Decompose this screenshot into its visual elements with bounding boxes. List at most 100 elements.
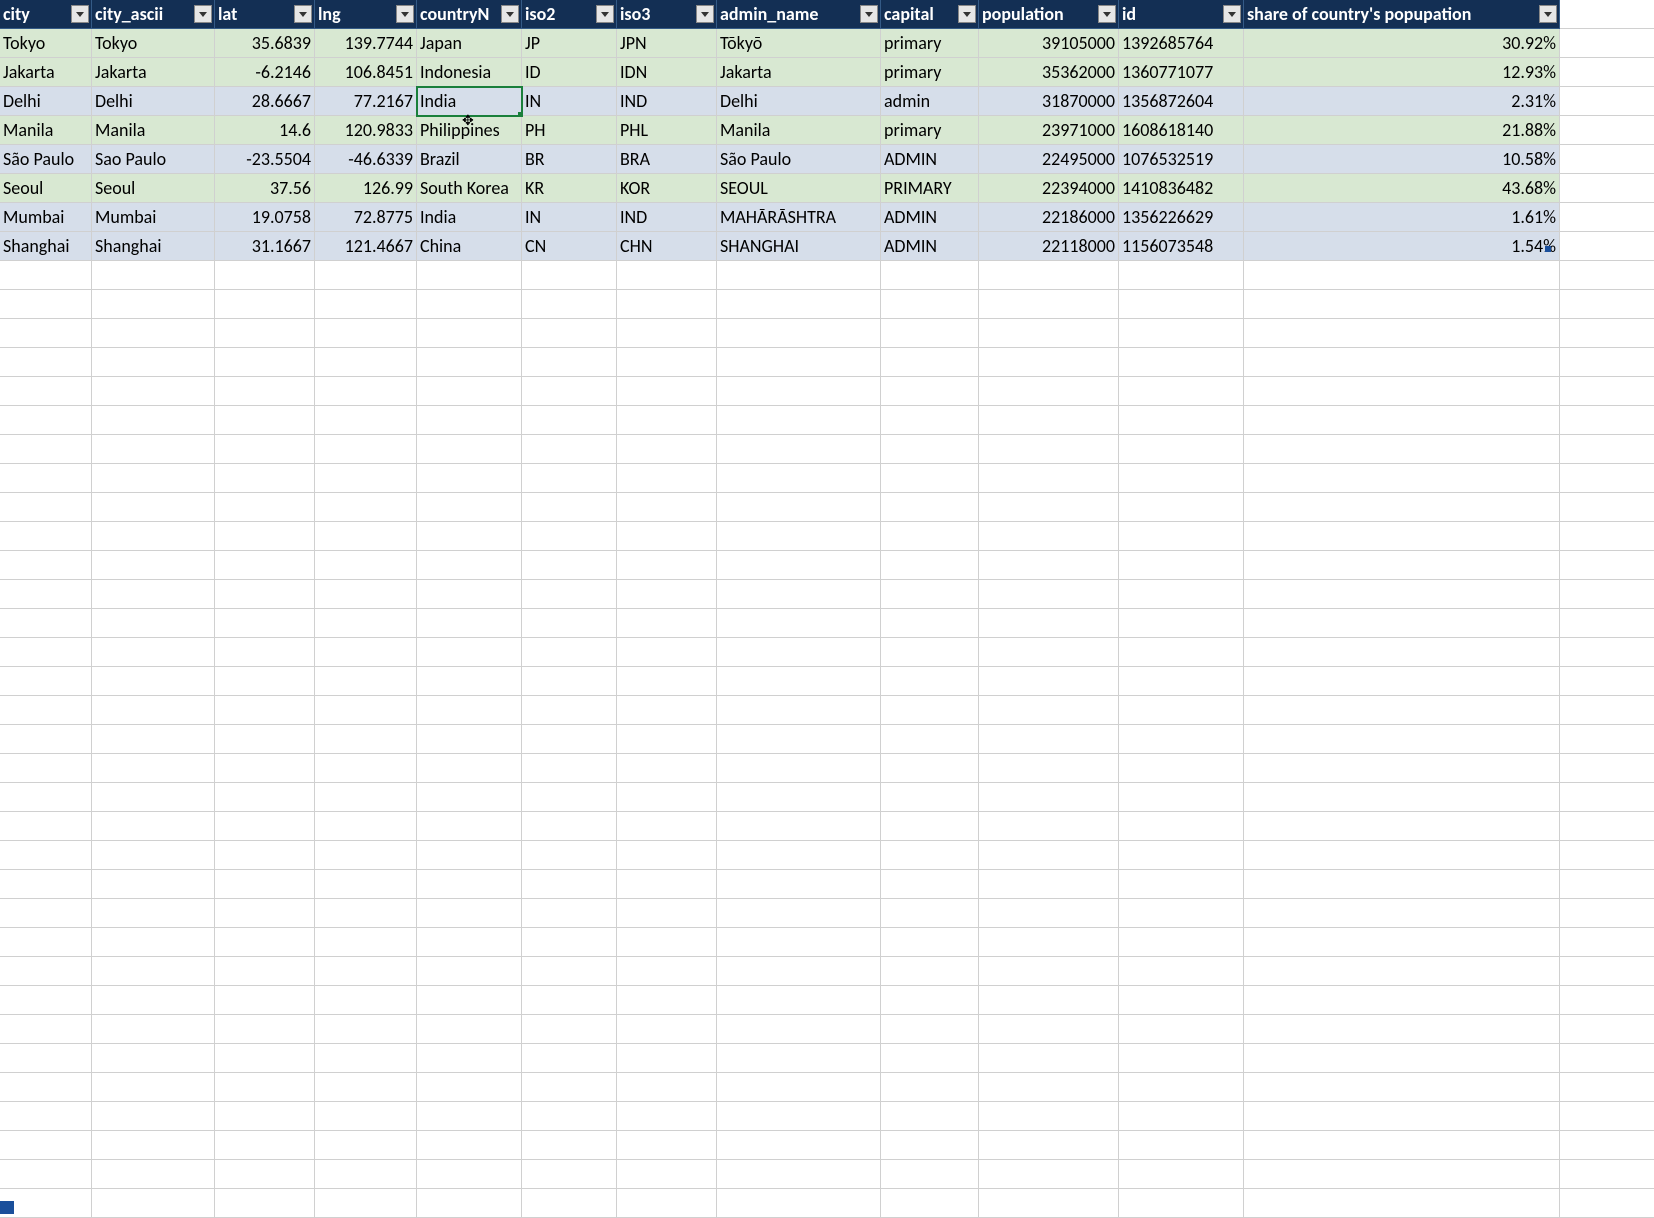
empty-cell[interactable] xyxy=(979,986,1119,1015)
cell-share[interactable]: 43.68% xyxy=(1244,174,1560,203)
empty-cell[interactable] xyxy=(315,899,417,928)
cell-lat[interactable]: 19.0758 xyxy=(215,203,315,232)
empty-cell[interactable] xyxy=(1119,696,1244,725)
filter-dropdown-icon[interactable] xyxy=(396,5,414,23)
empty-cell[interactable] xyxy=(92,348,215,377)
empty-cell[interactable] xyxy=(1560,638,1654,667)
empty-cell[interactable] xyxy=(315,1044,417,1073)
empty-cell[interactable] xyxy=(1560,319,1654,348)
cell-iso3[interactable]: KOR xyxy=(617,174,717,203)
empty-cell[interactable] xyxy=(522,319,617,348)
empty-cell[interactable] xyxy=(92,1131,215,1160)
empty-cell[interactable] xyxy=(1244,609,1560,638)
empty-cell[interactable] xyxy=(0,638,92,667)
empty-cell[interactable] xyxy=(617,957,717,986)
empty-cell[interactable] xyxy=(215,667,315,696)
empty-cell[interactable] xyxy=(215,1102,315,1131)
cell-population[interactable]: 22495000 xyxy=(979,145,1119,174)
cell-city[interactable]: Tokyo xyxy=(0,29,92,58)
empty-cell[interactable] xyxy=(881,957,979,986)
filter-dropdown-icon[interactable] xyxy=(958,5,976,23)
empty-cell[interactable] xyxy=(979,928,1119,957)
empty-cell[interactable] xyxy=(881,377,979,406)
empty-cell[interactable] xyxy=(881,899,979,928)
empty-cell[interactable] xyxy=(1244,464,1560,493)
cell-iso2[interactable]: IN xyxy=(522,203,617,232)
empty-cell[interactable] xyxy=(1560,29,1654,58)
empty-cell[interactable] xyxy=(215,754,315,783)
empty-cell[interactable] xyxy=(1244,406,1560,435)
empty-cell[interactable] xyxy=(1119,638,1244,667)
empty-cell[interactable] xyxy=(1244,899,1560,928)
empty-cell[interactable] xyxy=(1560,435,1654,464)
cell-share[interactable]: 2.31% xyxy=(1244,87,1560,116)
empty-cell[interactable] xyxy=(215,899,315,928)
cell-admin_name[interactable]: Delhi xyxy=(717,87,881,116)
empty-cell[interactable] xyxy=(522,522,617,551)
empty-cell[interactable] xyxy=(0,725,92,754)
empty-cell[interactable] xyxy=(315,377,417,406)
empty-cell[interactable] xyxy=(1560,87,1654,116)
cell-share[interactable]: 12.93% xyxy=(1244,58,1560,87)
empty-cell[interactable] xyxy=(92,1044,215,1073)
column-header-lng[interactable]: lng xyxy=(315,0,417,29)
cell-id[interactable]: 1410836482 xyxy=(1119,174,1244,203)
column-header-city_ascii[interactable]: city_ascii xyxy=(92,0,215,29)
empty-cell[interactable] xyxy=(417,1102,522,1131)
column-header-share[interactable]: share of country's popupation xyxy=(1244,0,1560,29)
empty-cell[interactable] xyxy=(92,725,215,754)
empty-cell[interactable] xyxy=(717,261,881,290)
cell-city[interactable]: Seoul xyxy=(0,174,92,203)
cell-admin_name[interactable]: MAHĀRĀSHTRA xyxy=(717,203,881,232)
cell-admin_name[interactable]: SEOUL xyxy=(717,174,881,203)
column-header-countryName[interactable]: countryN xyxy=(417,0,522,29)
empty-cell[interactable] xyxy=(0,522,92,551)
empty-cell[interactable] xyxy=(1244,319,1560,348)
empty-cell[interactable] xyxy=(881,841,979,870)
cell-iso3[interactable]: IDN xyxy=(617,58,717,87)
empty-cell[interactable] xyxy=(617,1160,717,1189)
table-resize-handle[interactable] xyxy=(1545,246,1551,252)
empty-cell[interactable] xyxy=(417,870,522,899)
empty-cell[interactable] xyxy=(522,551,617,580)
cell-countryName[interactable]: Indonesia xyxy=(417,58,522,87)
empty-cell[interactable] xyxy=(979,696,1119,725)
empty-cell[interactable] xyxy=(522,899,617,928)
empty-cell[interactable] xyxy=(881,348,979,377)
empty-cell[interactable] xyxy=(1560,1102,1654,1131)
empty-cell[interactable] xyxy=(881,609,979,638)
empty-cell[interactable] xyxy=(1119,725,1244,754)
empty-cell[interactable] xyxy=(315,319,417,348)
empty-cell[interactable] xyxy=(979,1102,1119,1131)
empty-cell[interactable] xyxy=(979,783,1119,812)
cell-iso2[interactable]: IN xyxy=(522,87,617,116)
empty-cell[interactable] xyxy=(979,638,1119,667)
empty-cell[interactable] xyxy=(1560,696,1654,725)
empty-cell[interactable] xyxy=(1119,870,1244,899)
empty-cell[interactable] xyxy=(92,754,215,783)
empty-cell[interactable] xyxy=(1560,464,1654,493)
empty-cell[interactable] xyxy=(881,1015,979,1044)
empty-cell[interactable] xyxy=(215,1160,315,1189)
empty-cell[interactable] xyxy=(1119,841,1244,870)
empty-cell[interactable] xyxy=(522,609,617,638)
empty-cell[interactable] xyxy=(215,609,315,638)
filter-dropdown-icon[interactable] xyxy=(194,5,212,23)
empty-cell[interactable] xyxy=(617,261,717,290)
cell-lng[interactable]: 120.9833 xyxy=(315,116,417,145)
empty-cell[interactable] xyxy=(315,783,417,812)
cell-city_ascii[interactable]: Jakarta xyxy=(92,58,215,87)
empty-cell[interactable] xyxy=(1119,1160,1244,1189)
empty-cell[interactable] xyxy=(717,290,881,319)
empty-cell[interactable] xyxy=(215,1073,315,1102)
empty-cell[interactable] xyxy=(881,812,979,841)
empty-cell[interactable] xyxy=(1560,58,1654,87)
cell-admin_name[interactable]: SHANGHAI xyxy=(717,232,881,261)
empty-cell[interactable] xyxy=(0,348,92,377)
empty-cell[interactable] xyxy=(617,377,717,406)
empty-cell[interactable] xyxy=(717,957,881,986)
cell-iso3[interactable]: IND xyxy=(617,203,717,232)
empty-cell[interactable] xyxy=(315,1073,417,1102)
cell-capital[interactable]: ADMIN xyxy=(881,145,979,174)
cell-countryName[interactable]: Japan xyxy=(417,29,522,58)
